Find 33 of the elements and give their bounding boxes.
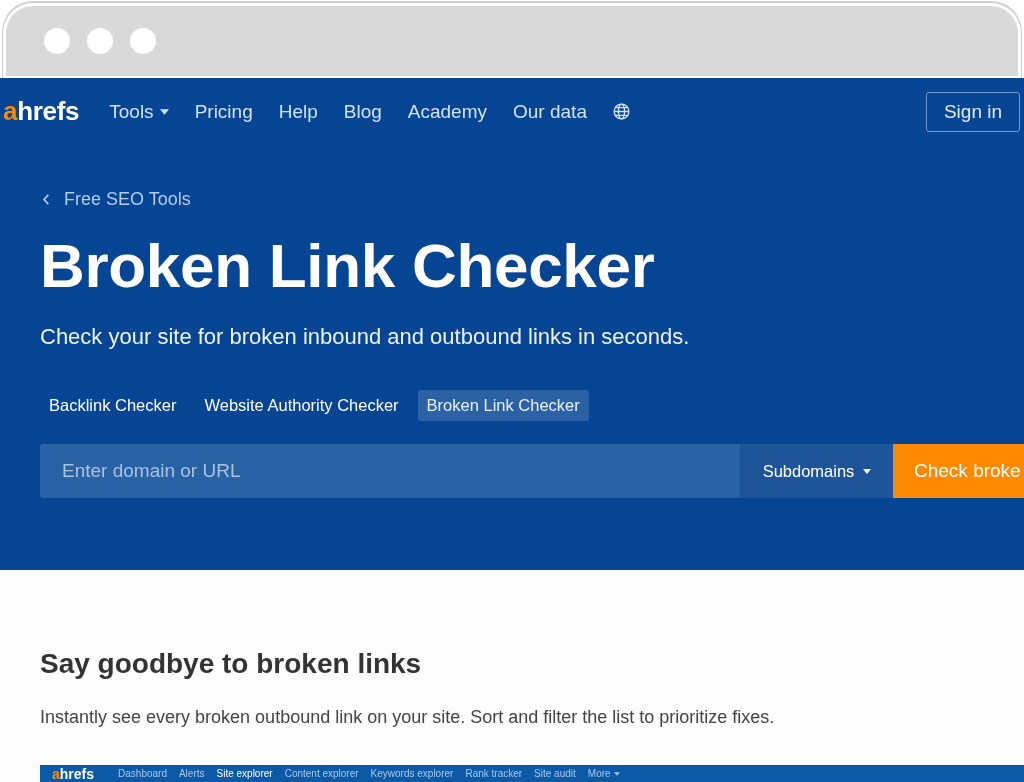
section-description: Instantly see every broken outbound link on your site. Sort and filter the list to prioritize fixes. [40,706,776,729]
app-menu-item[interactable]: Content explorer [284,766,359,781]
tool-tab[interactable]: Website Authority Checker [195,390,408,421]
app-menu-item[interactable]: Site explorer [216,766,273,781]
tool-tab[interactable]: Backlink Checker [40,390,186,421]
page-title: Broken Link Checker [40,231,656,301]
page-subtitle: Check your site for broken inbound and outbound links in seconds. [40,323,691,351]
app-menu-item[interactable]: Dashboard [118,766,167,781]
app-menu-item[interactable]: Rank tracker [465,766,523,781]
nav-link[interactable]: Tools [109,100,169,123]
window-dot-icon [130,28,156,54]
app-menu-item[interactable]: More [587,766,620,781]
window-dot-icon [87,28,113,54]
tool-tab[interactable]: Broken Link Checker [417,390,589,421]
url-input-field[interactable]: Enter domain or URL [40,444,740,498]
nav-link[interactable]: Academy [407,100,487,123]
caret-icon [863,468,872,474]
section-heading: Say goodbye to broken links [40,647,423,681]
window-dot-icon [44,28,70,54]
chevron-left-icon [42,193,50,205]
nav-link[interactable]: Pricing [194,100,253,123]
app-menu-item[interactable]: Alerts [178,766,205,781]
sign-in-button[interactable]: Sign in [926,91,1020,132]
nav-link[interactable]: Help [278,100,318,123]
nav-link[interactable]: Blog [343,100,382,123]
globe-icon[interactable] [612,103,630,120]
app-menu-item[interactable]: Site audit [534,766,576,781]
nav-link[interactable]: Our data [513,100,587,123]
logo: ahrefs [52,765,95,782]
app-menu-item[interactable]: Keywords explorer [370,766,454,781]
logo[interactable]: ahrefs [3,96,80,127]
subdomains-dropdown[interactable]: Subdomains [740,444,893,498]
back-link[interactable]: Free SEO Tools [40,187,191,211]
